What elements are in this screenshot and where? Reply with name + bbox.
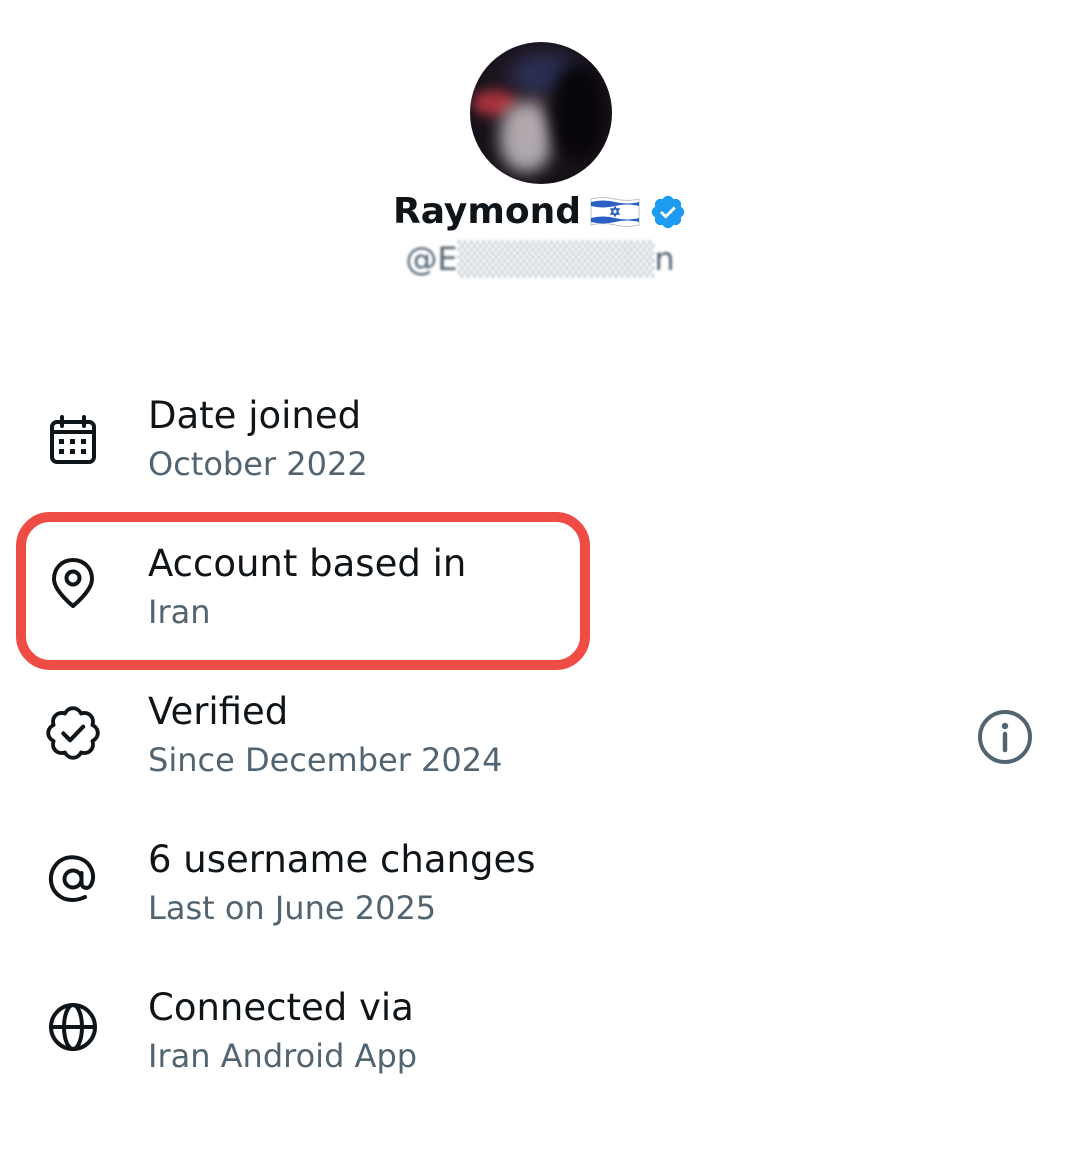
about-item-text: Verified Since December 2024 xyxy=(148,686,502,782)
username-handle: @E▒▒▒▒▒▒▒▒n xyxy=(405,240,675,278)
about-item-title: Account based in xyxy=(148,542,467,585)
verified-badge-icon[interactable] xyxy=(649,193,687,231)
about-item-subtitle: Iran xyxy=(148,593,211,631)
about-item-text: 6 username changes Last on June 2025 xyxy=(148,834,536,930)
about-item-subtitle: October 2022 xyxy=(148,445,368,483)
about-item-subtitle: Last on June 2025 xyxy=(148,889,437,927)
about-item-username-changes: 6 username changes Last on June 2025 xyxy=(0,820,1080,940)
about-item-subtitle: Iran Android App xyxy=(148,1037,418,1075)
profile-header: Raymond @E▒▒▒▒▒▒▒▒n xyxy=(0,0,1080,300)
at-sign-icon xyxy=(48,855,96,903)
location-pin-icon xyxy=(52,558,94,608)
calendar-icon xyxy=(50,415,96,464)
about-item-account-based-in: Account based in Iran xyxy=(0,524,1080,644)
avatar[interactable] xyxy=(470,42,612,184)
israel-flag-icon xyxy=(590,197,640,227)
globe-icon xyxy=(49,1003,97,1051)
verified-badge-outline-icon xyxy=(46,706,100,760)
about-item-text: Date joined October 2022 xyxy=(148,390,368,486)
info-icon[interactable] xyxy=(974,706,1036,768)
about-item-subtitle: Since December 2024 xyxy=(148,741,503,779)
about-item-title: Verified xyxy=(148,690,289,733)
handle-row: @E▒▒▒▒▒▒▒▒n xyxy=(0,236,1080,282)
about-item-verified: Verified Since December 2024 xyxy=(0,672,1080,792)
about-item-connected-via: Connected via Iran Android App xyxy=(0,968,1080,1088)
about-item-title: 6 username changes xyxy=(148,838,536,881)
about-item-title: Connected via xyxy=(148,986,414,1029)
about-item-date-joined: Date joined October 2022 xyxy=(0,376,1080,496)
about-item-text: Connected via Iran Android App xyxy=(148,982,417,1078)
about-item-text: Account based in Iran xyxy=(148,538,466,634)
name-row: Raymond xyxy=(0,188,1080,236)
about-item-title: Date joined xyxy=(148,394,362,437)
display-name: Raymond xyxy=(392,191,581,232)
